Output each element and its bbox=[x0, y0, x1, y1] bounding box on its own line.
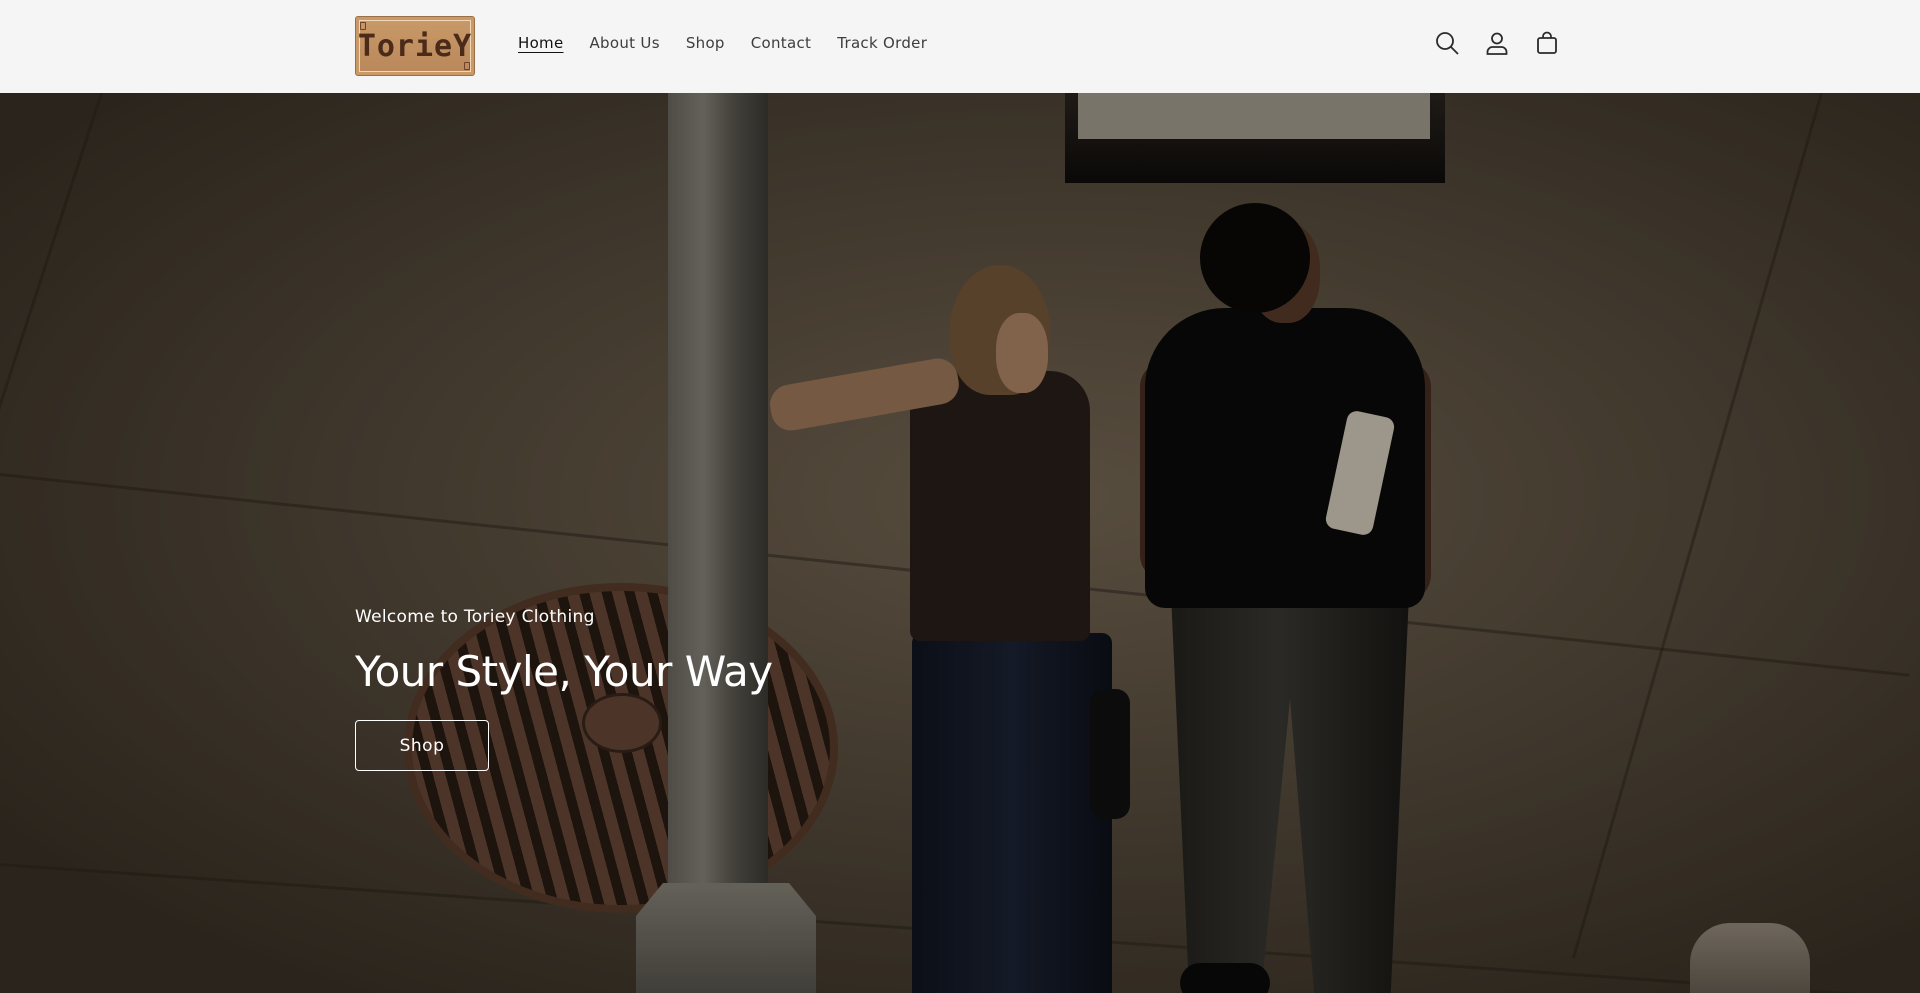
shop-button[interactable]: Shop bbox=[355, 720, 489, 771]
nav-track-order[interactable]: Track Order bbox=[837, 34, 927, 52]
header-actions bbox=[1434, 30, 1560, 56]
hero-banner: Welcome to Toriey Clothing Your Style, Y… bbox=[0, 93, 1920, 993]
hero-overlay bbox=[0, 93, 1920, 993]
cart-icon bbox=[1537, 31, 1557, 54]
nav-shop[interactable]: Shop bbox=[686, 34, 725, 52]
hero-subtitle: Welcome to Toriey Clothing bbox=[355, 607, 595, 627]
logo-stitch bbox=[464, 62, 470, 70]
logo-stitch bbox=[360, 22, 366, 30]
site-header: TorieY Home About Us Shop Contact Track … bbox=[0, 0, 1920, 93]
account-icon bbox=[1486, 32, 1508, 55]
account-button[interactable] bbox=[1484, 30, 1510, 56]
cart-button[interactable] bbox=[1534, 30, 1560, 56]
hero-content: Welcome to Toriey Clothing Your Style, Y… bbox=[355, 607, 773, 771]
search-icon bbox=[1436, 32, 1459, 55]
logo-text: TorieY bbox=[357, 28, 473, 64]
nav-home[interactable]: Home bbox=[518, 34, 564, 52]
nav-about-us[interactable]: About Us bbox=[590, 34, 660, 52]
main-nav: Home About Us Shop Contact Track Order bbox=[518, 34, 953, 52]
hero-title: Your Style, Your Way bbox=[355, 647, 773, 696]
search-button[interactable] bbox=[1434, 30, 1460, 56]
brand-logo[interactable]: TorieY bbox=[355, 16, 475, 76]
nav-contact[interactable]: Contact bbox=[751, 34, 811, 52]
